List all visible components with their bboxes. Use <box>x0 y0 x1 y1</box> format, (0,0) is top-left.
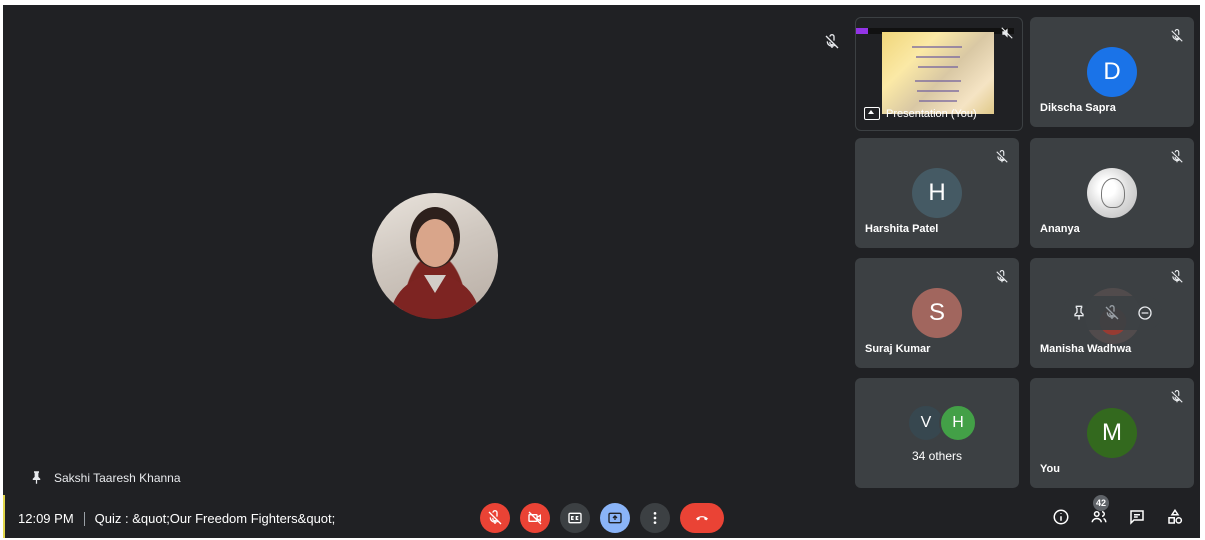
chat-icon <box>1130 510 1144 525</box>
mic-off-icon <box>1171 150 1183 163</box>
others-avatar-stack: V H <box>907 404 977 442</box>
bottom-control-bar: 12:09 PM Quiz : &quot;Our Freedom Fighte… <box>3 495 1200 538</box>
meeting-details-button[interactable] <box>1051 507 1071 527</box>
main-speaker-stage[interactable]: Sakshi Taaresh Khanna <box>11 13 843 489</box>
avatar: M <box>1087 408 1137 458</box>
present-to-all-icon <box>864 107 880 120</box>
camera-off-icon <box>528 511 542 525</box>
more-options-icon <box>653 512 657 524</box>
clock: 12:09 PM <box>18 511 74 526</box>
toggle-camera-button[interactable] <box>520 503 550 533</box>
pin-icon <box>32 471 41 484</box>
participant-name: Ananya <box>1040 223 1080 235</box>
presentation-tile[interactable]: Presentation (You) <box>855 17 1023 131</box>
pinned-speaker-label: Sakshi Taaresh Khanna <box>29 470 181 485</box>
pin-icon[interactable] <box>1071 305 1087 321</box>
presentation-thumbnail <box>882 32 994 114</box>
speaker-name: Sakshi Taaresh Khanna <box>54 470 181 485</box>
meeting-tools: 42 <box>1051 495 1185 527</box>
participant-count-badge: 42 <box>1093 495 1109 511</box>
present-now-button[interactable] <box>600 503 630 533</box>
participant-tile-suraj[interactable]: S Suraj Kumar <box>855 258 1019 368</box>
participant-tile-harshita[interactable]: H Harshita Patel <box>855 138 1019 248</box>
end-call-icon <box>696 516 708 521</box>
volume-off-icon <box>1001 27 1013 39</box>
leave-call-button[interactable] <box>680 503 724 533</box>
mic-off-icon <box>996 150 1008 163</box>
call-controls <box>480 503 724 533</box>
captions-icon <box>568 512 582 524</box>
avatar: H <box>939 404 977 442</box>
avatar <box>1087 168 1137 218</box>
participant-tile-ananya[interactable]: Ananya <box>1030 138 1194 248</box>
meet-window: Sakshi Taaresh Khanna Presentation (You)… <box>3 5 1200 538</box>
mic-off-icon <box>488 510 502 525</box>
more-options-button[interactable] <box>640 503 670 533</box>
divider <box>83 511 85 526</box>
chat-button[interactable] <box>1127 507 1147 527</box>
mic-off-icon <box>1171 390 1183 403</box>
others-count-label: 34 others <box>911 449 963 463</box>
avatar: D <box>1087 47 1137 97</box>
participant-tile-manisha[interactable]: Manisha Wadhwa <box>1030 258 1194 368</box>
remove-icon[interactable] <box>1137 305 1153 321</box>
people-button[interactable]: 42 <box>1089 495 1109 527</box>
speaker-avatar <box>372 193 498 319</box>
participant-tile-dikscha[interactable]: D Dikscha Sapra <box>1030 17 1194 127</box>
mic-off-icon <box>825 34 839 49</box>
avatar: H <box>912 168 962 218</box>
avatar: S <box>912 288 962 338</box>
participant-tile-you[interactable]: M You <box>1030 378 1194 488</box>
participant-name: Suraj Kumar <box>865 343 931 355</box>
participant-name: You <box>1040 463 1060 475</box>
others-tile[interactable]: V H 34 others <box>855 378 1019 488</box>
mic-off-icon <box>1171 29 1183 42</box>
mic-off-icon <box>996 270 1008 283</box>
info-icon <box>1053 509 1069 525</box>
participant-name: Dikscha Sapra <box>1040 102 1116 114</box>
present-icon <box>608 512 622 524</box>
mic-off-icon <box>1171 270 1183 283</box>
activities-icon <box>1168 508 1183 524</box>
captions-button[interactable] <box>560 503 590 533</box>
meeting-title: Quiz : &quot;Our Freedom Fighters&quot; <box>94 511 336 526</box>
activities-button[interactable] <box>1165 507 1185 527</box>
mute-participant-icon[interactable] <box>1104 305 1120 321</box>
tile-hover-controls <box>1062 296 1162 330</box>
participant-name: Harshita Patel <box>865 223 939 235</box>
presentation-label: Presentation (You) <box>864 107 977 120</box>
meeting-info: 12:09 PM Quiz : &quot;Our Freedom Fighte… <box>18 511 335 526</box>
toggle-mic-button[interactable] <box>480 503 510 533</box>
participant-name: Manisha Wadhwa <box>1040 343 1132 355</box>
